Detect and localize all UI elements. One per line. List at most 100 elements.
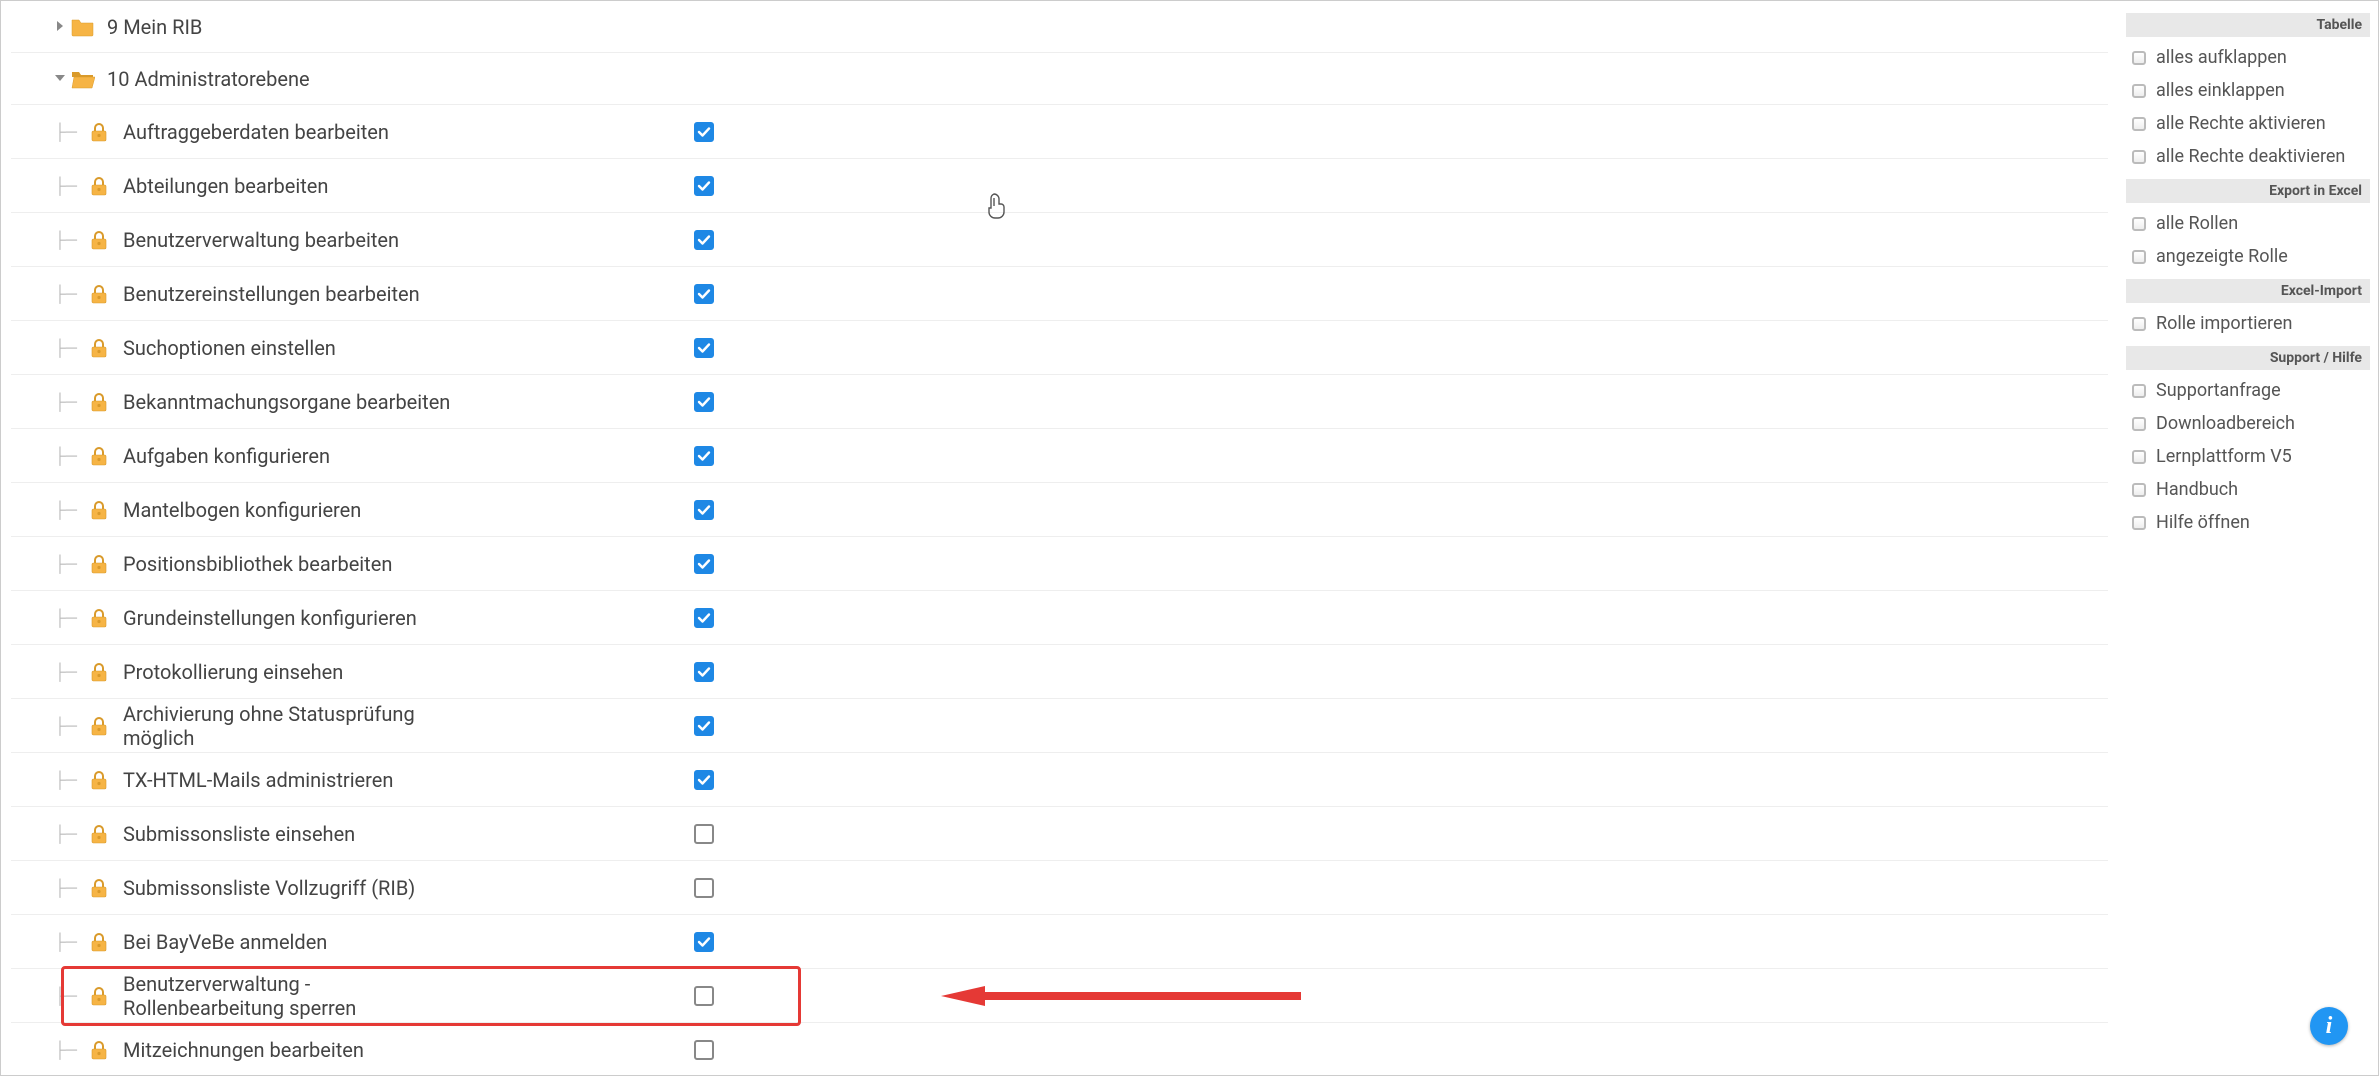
folder-open-icon bbox=[71, 69, 95, 89]
tree-connector-icon: ├─ bbox=[54, 500, 77, 520]
lock-icon bbox=[89, 500, 109, 520]
tree-connector-icon: ├─ bbox=[54, 932, 77, 952]
sidebar-section-header: Excel-Import bbox=[2126, 279, 2370, 303]
lock-icon bbox=[89, 662, 109, 682]
sidebar-action[interactable]: Handbuch bbox=[2126, 473, 2370, 506]
tree-connector-icon: ├─ bbox=[54, 662, 77, 682]
sidebar-action-label: alle Rollen bbox=[2156, 213, 2238, 234]
bullet-icon bbox=[2132, 117, 2146, 131]
folder-icon bbox=[71, 17, 95, 37]
permission-label: Bei BayVeBe anmelden bbox=[123, 930, 327, 954]
sidebar-action[interactable]: alles aufklappen bbox=[2126, 41, 2370, 74]
permission-checkbox[interactable] bbox=[694, 446, 714, 466]
permission-checkbox[interactable] bbox=[694, 338, 714, 358]
permission-checkbox[interactable] bbox=[694, 1040, 714, 1060]
permission-label: Benutzerverwaltung bearbeiten bbox=[123, 228, 399, 252]
bullet-icon bbox=[2132, 384, 2146, 398]
permission-label: TX-HTML-Mails administrieren bbox=[123, 768, 393, 792]
chevron-right-icon[interactable] bbox=[49, 19, 71, 35]
sidebar-action-label: Lernplattform V5 bbox=[2156, 446, 2292, 467]
permission-checkbox[interactable] bbox=[694, 392, 714, 412]
sidebar-action-label: angezeigte Rolle bbox=[2156, 246, 2288, 267]
tree-connector-icon: ├─ bbox=[54, 554, 77, 574]
permission-row: ├─ Benutzerverwaltung - Rollenbearbeitun… bbox=[11, 969, 2108, 1023]
permission-row: ├─ Protokollierung einsehen bbox=[11, 645, 2108, 699]
bullet-icon bbox=[2132, 516, 2146, 530]
lock-icon bbox=[89, 608, 109, 628]
folder-label: 10 Administratorebene bbox=[107, 67, 310, 91]
sidebar-action[interactable]: alle Rollen bbox=[2126, 207, 2370, 240]
sidebar-action[interactable]: Downloadbereich bbox=[2126, 407, 2370, 440]
lock-icon bbox=[89, 932, 109, 952]
permission-checkbox[interactable] bbox=[694, 284, 714, 304]
permission-label: Grundeinstellungen konfigurieren bbox=[123, 606, 417, 630]
permission-label: Auftraggeberdaten bearbeiten bbox=[123, 120, 389, 144]
permission-row: ├─ Positionsbibliothek bearbeiten bbox=[11, 537, 2108, 591]
permission-label: Benutzereinstellungen bearbeiten bbox=[123, 282, 420, 306]
permission-checkbox[interactable] bbox=[694, 878, 714, 898]
permission-checkbox[interactable] bbox=[694, 230, 714, 250]
permission-row: ├─ Aufgaben konfigurieren bbox=[11, 429, 2108, 483]
sidebar-action[interactable]: Supportanfrage bbox=[2126, 374, 2370, 407]
bullet-icon bbox=[2132, 250, 2146, 264]
tree-connector-icon: ├─ bbox=[54, 176, 77, 196]
permission-label: Mantelbogen konfigurieren bbox=[123, 498, 361, 522]
tree-connector-icon: ├─ bbox=[54, 608, 77, 628]
permission-checkbox[interactable] bbox=[694, 122, 714, 142]
sidebar-action[interactable]: Rolle importieren bbox=[2126, 307, 2370, 340]
permission-label: Suchoptionen einstellen bbox=[123, 336, 336, 360]
tree-folder-collapsed[interactable]: 9 Mein RIB bbox=[11, 1, 2108, 53]
permission-checkbox[interactable] bbox=[694, 824, 714, 844]
info-button[interactable]: i bbox=[2310, 1007, 2348, 1045]
permissions-tree: 9 Mein RIB 10 Administratorebene ├─ Auft… bbox=[1, 1, 2118, 1075]
lock-icon bbox=[89, 338, 109, 358]
permission-checkbox[interactable] bbox=[694, 500, 714, 520]
sidebar-action-label: Handbuch bbox=[2156, 479, 2238, 500]
bullet-icon bbox=[2132, 217, 2146, 231]
tree-connector-icon: ├─ bbox=[54, 230, 77, 250]
permission-checkbox[interactable] bbox=[694, 986, 714, 1006]
lock-icon bbox=[89, 770, 109, 790]
sidebar-action[interactable]: Lernplattform V5 bbox=[2126, 440, 2370, 473]
permission-row: ├─ Submissonsliste einsehen bbox=[11, 807, 2108, 861]
lock-icon bbox=[89, 446, 109, 466]
chevron-down-icon[interactable] bbox=[49, 71, 71, 87]
info-icon: i bbox=[2326, 1013, 2333, 1040]
permission-checkbox[interactable] bbox=[694, 716, 714, 736]
permission-checkbox[interactable] bbox=[694, 662, 714, 682]
permission-checkbox[interactable] bbox=[694, 932, 714, 952]
permission-checkbox[interactable] bbox=[694, 176, 714, 196]
permission-checkbox[interactable] bbox=[694, 770, 714, 790]
tree-connector-icon: ├─ bbox=[54, 878, 77, 898]
lock-icon bbox=[89, 716, 109, 736]
sidebar-action[interactable]: Hilfe öffnen bbox=[2126, 506, 2370, 539]
sidebar-action-label: alles aufklappen bbox=[2156, 47, 2287, 68]
tree-connector-icon: ├─ bbox=[54, 770, 77, 790]
lock-icon bbox=[89, 392, 109, 412]
permission-row: ├─ Bekanntmachungsorgane bearbeiten bbox=[11, 375, 2108, 429]
permission-label: Protokollierung einsehen bbox=[123, 660, 343, 684]
permission-label: Benutzerverwaltung - Rollenbearbeitung s… bbox=[123, 972, 474, 1020]
permission-row: ├─ Mantelbogen konfigurieren bbox=[11, 483, 2108, 537]
sidebar-action[interactable]: angezeigte Rolle bbox=[2126, 240, 2370, 273]
permission-label: Aufgaben konfigurieren bbox=[123, 444, 330, 468]
sidebar-action-label: alles einklappen bbox=[2156, 80, 2285, 101]
tree-folder-expanded[interactable]: 10 Administratorebene bbox=[11, 53, 2108, 105]
bullet-icon bbox=[2132, 150, 2146, 164]
tree-connector-icon: ├─ bbox=[54, 338, 77, 358]
sidebar-action[interactable]: alles einklappen bbox=[2126, 74, 2370, 107]
lock-icon bbox=[89, 176, 109, 196]
permission-row: ├─ Grundeinstellungen konfigurieren bbox=[11, 591, 2108, 645]
lock-icon bbox=[89, 284, 109, 304]
sidebar-action[interactable]: alle Rechte aktivieren bbox=[2126, 107, 2370, 140]
permission-checkbox[interactable] bbox=[694, 608, 714, 628]
lock-icon bbox=[89, 1040, 109, 1060]
permission-row: ├─ Suchoptionen einstellen bbox=[11, 321, 2108, 375]
tree-connector-icon: ├─ bbox=[54, 392, 77, 412]
sidebar-action-label: Rolle importieren bbox=[2156, 313, 2292, 334]
permission-checkbox[interactable] bbox=[694, 554, 714, 574]
permission-row: ├─ Abteilungen bearbeiten bbox=[11, 159, 2108, 213]
permission-row: ├─ Submissonsliste Vollzugriff (RIB) bbox=[11, 861, 2108, 915]
sidebar-action[interactable]: alle Rechte deaktivieren bbox=[2126, 140, 2370, 173]
lock-icon bbox=[89, 554, 109, 574]
